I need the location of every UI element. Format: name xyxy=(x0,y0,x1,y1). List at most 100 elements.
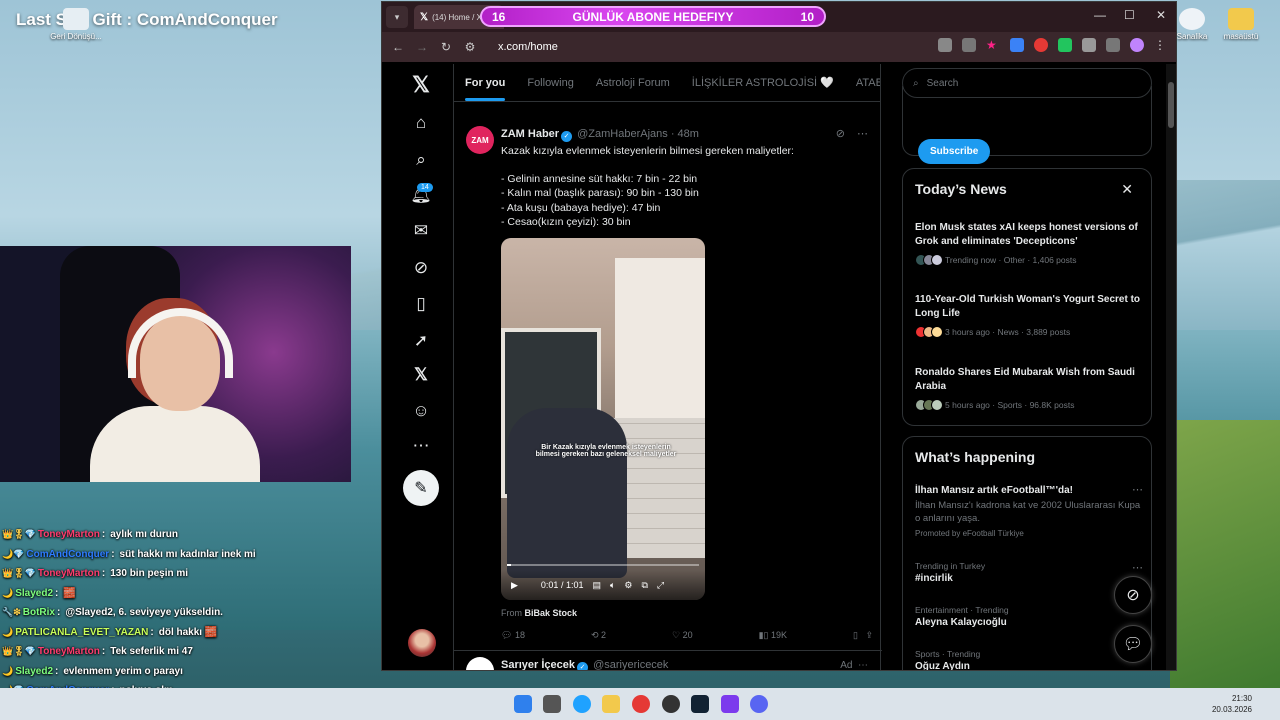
tab-for-you[interactable]: For you xyxy=(465,77,506,101)
reply-button[interactable]: 💬︎ 18 xyxy=(501,630,525,641)
system-clock[interactable]: 21:30 20.03.2026 xyxy=(1212,693,1252,715)
news-item[interactable]: Ronaldo Shares Eid Mubarak Wish from Sau… xyxy=(915,366,1143,411)
x-logo-icon[interactable]: 𝕏 xyxy=(410,72,432,97)
tab-atabar[interactable]: ATABAR xyxy=(856,77,880,89)
tab-following[interactable]: Following xyxy=(527,77,573,89)
chat-username[interactable]: Slayed2 xyxy=(15,588,53,599)
chat-username[interactable]: ToneyMarton xyxy=(38,646,100,657)
premium-x-icon[interactable]: 𝕏 xyxy=(410,364,432,386)
translate-icon[interactable] xyxy=(938,38,952,52)
tweet-author-name[interactable]: ZAM Haber xyxy=(501,128,559,140)
messages-envelope-icon[interactable]: ✉ xyxy=(410,220,432,242)
tweet-author-handle[interactable]: @sariyericecek xyxy=(593,659,668,670)
cast-icon[interactable] xyxy=(962,38,976,52)
tab-iliskiler-astrolojisi[interactable]: İLİŞKİLER ASTROLOJİSİ 🤍 xyxy=(692,76,834,89)
tweet-author-handle[interactable]: @ZamHaberAjans · 48m xyxy=(577,128,699,140)
share-icon[interactable]: ⇪ xyxy=(865,630,873,640)
trend-more-icon[interactable]: ⋯ xyxy=(1132,483,1143,496)
account-avatar[interactable] xyxy=(408,629,436,657)
reload-icon[interactable]: ↻ xyxy=(438,40,454,54)
chat-username[interactable]: ComAndConquer xyxy=(26,549,109,560)
chat-username[interactable]: ToneyMarton xyxy=(38,529,100,540)
app-icon[interactable] xyxy=(721,695,739,713)
media-icon[interactable] xyxy=(1106,38,1120,52)
subscribe-button[interactable]: Subscribe xyxy=(918,139,991,164)
minimize-button[interactable]: — xyxy=(1094,8,1106,22)
jobs-rocket-icon[interactable]: ➚ xyxy=(410,330,432,352)
desktop-icon-label: masaüstü xyxy=(1223,32,1259,41)
edge-icon[interactable] xyxy=(573,695,591,713)
back-arrow-icon[interactable]: ← xyxy=(390,40,406,54)
task-view-icon[interactable] xyxy=(543,695,561,713)
scrollbar-thumb[interactable] xyxy=(1168,82,1174,128)
tab-astroloji-forum[interactable]: Astroloji Forum xyxy=(596,77,670,89)
video-progress-bar[interactable] xyxy=(507,564,699,566)
close-window-button[interactable]: ✕ xyxy=(1156,8,1166,22)
settings-gear-icon[interactable]: ⚙ xyxy=(624,580,632,591)
chat-username[interactable]: BotRix xyxy=(23,607,55,618)
fullscreen-icon[interactable]: ⤢ xyxy=(657,580,664,591)
chrome-icon[interactable] xyxy=(632,695,650,713)
obs-icon[interactable] xyxy=(662,695,680,713)
chat-username[interactable]: PATLICANLA_EVET_YAZAN xyxy=(15,627,148,638)
desktop-icon-folder[interactable]: masaüstü xyxy=(1211,8,1271,41)
chat-username[interactable]: Slayed2 xyxy=(15,666,53,677)
bookmark-icon[interactable]: ▯ xyxy=(853,630,858,640)
news-meta: Trending now · Other · 1,406 posts xyxy=(915,254,1143,266)
captions-icon[interactable]: ▤ xyxy=(592,580,601,591)
file-explorer-icon[interactable] xyxy=(602,695,620,713)
kebab-menu-icon[interactable]: ⋮ xyxy=(1154,38,1168,52)
bookmarks-icon[interactable]: ▯ xyxy=(410,293,432,315)
bookmark-star-icon[interactable]: ★ xyxy=(986,38,1000,52)
home-icon[interactable]: ⌂ xyxy=(410,112,432,134)
tweet-video-player[interactable]: Bir Kazak kızıyla evlenmek isteyenlerin … xyxy=(501,238,705,600)
grok-floating-button[interactable]: ⊘ xyxy=(1114,576,1152,614)
webcam-overlay xyxy=(0,246,351,482)
tweet-author-name[interactable]: Sarıyer İçecek xyxy=(501,659,575,670)
views-button[interactable]: ▮▯ 19K xyxy=(759,630,787,641)
close-icon[interactable]: ✕ xyxy=(1121,181,1133,198)
trend-item[interactable]: Trending in Turkey #incirlik ⋯ xyxy=(915,561,1143,584)
tab-search-button[interactable]: ▾ xyxy=(386,6,408,28)
chat-text: evlenmem yerim o parayı xyxy=(63,665,183,677)
play-icon[interactable]: ▶ xyxy=(511,580,518,591)
trend-item[interactable]: İlhan Mansız artık eFootball™'da! İlhan … xyxy=(915,483,1143,538)
site-info-icon[interactable]: ⚙ xyxy=(462,40,478,54)
scrollbar[interactable] xyxy=(1166,64,1176,670)
desktop-icon-recycle-bin[interactable]: Geri Dönüşü... xyxy=(46,8,106,41)
picture-in-picture-icon[interactable]: ⧉ xyxy=(641,580,647,591)
trend-item[interactable]: Sports · Trending Oğuz Aydın xyxy=(915,649,1143,670)
compose-post-button[interactable]: ✎ xyxy=(403,470,439,506)
profile-avatar-icon[interactable] xyxy=(1130,38,1144,52)
tweet[interactable]: Sarıyer İçecek ✓ @sariyericecek Ad ⋯ xyxy=(454,650,882,670)
start-windows-icon[interactable] xyxy=(514,695,532,713)
puzzle-icon[interactable] xyxy=(1082,38,1096,52)
tweet-text: Kazak kızıyla evlenmek isteyenlerin bilm… xyxy=(501,144,861,229)
repost-button[interactable]: ⟲ 2 xyxy=(591,630,606,641)
url-field[interactable]: x.com/home xyxy=(498,41,558,53)
messages-floating-button[interactable]: 💬︎ xyxy=(1114,625,1152,663)
search-icon[interactable]: ⌕ xyxy=(410,149,432,171)
news-item[interactable]: Elon Musk states xAI keeps honest versio… xyxy=(915,221,1143,266)
forward-arrow-icon[interactable]: → xyxy=(414,40,430,54)
profile-person-icon[interactable]: ☺ xyxy=(410,400,432,422)
discord-icon[interactable] xyxy=(750,695,768,713)
chat-username[interactable]: ToneyMarton xyxy=(38,568,100,579)
grok-explain-icon[interactable]: ⊘ xyxy=(836,127,845,140)
extension-icon[interactable] xyxy=(1010,38,1024,52)
volume-icon[interactable]: 🔈︎ xyxy=(610,580,615,591)
tweet-author-avatar[interactable]: ZAM xyxy=(466,126,494,154)
trend-item[interactable]: Entertainment · Trending Aleyna Kalaycıo… xyxy=(915,605,1143,628)
extension-icon[interactable] xyxy=(1058,38,1072,52)
extension-icon[interactable] xyxy=(1034,38,1048,52)
tweet-more-icon[interactable]: ⋯ xyxy=(857,127,868,140)
trend-more-icon[interactable]: ⋯ xyxy=(1132,561,1143,574)
kick-icon[interactable] xyxy=(691,695,709,713)
grok-icon[interactable]: ⊘ xyxy=(410,257,432,279)
news-item[interactable]: 110-Year-Old Turkish Woman's Yogurt Secr… xyxy=(915,293,1143,338)
like-button[interactable]: ♡ 20 xyxy=(672,630,693,641)
video-source-link[interactable]: BiBak Stock xyxy=(525,608,578,618)
tweet-author-avatar[interactable] xyxy=(466,657,494,670)
more-circle-icon[interactable]: ⋯ xyxy=(410,435,432,457)
maximize-button[interactable]: ☐ xyxy=(1124,8,1135,22)
